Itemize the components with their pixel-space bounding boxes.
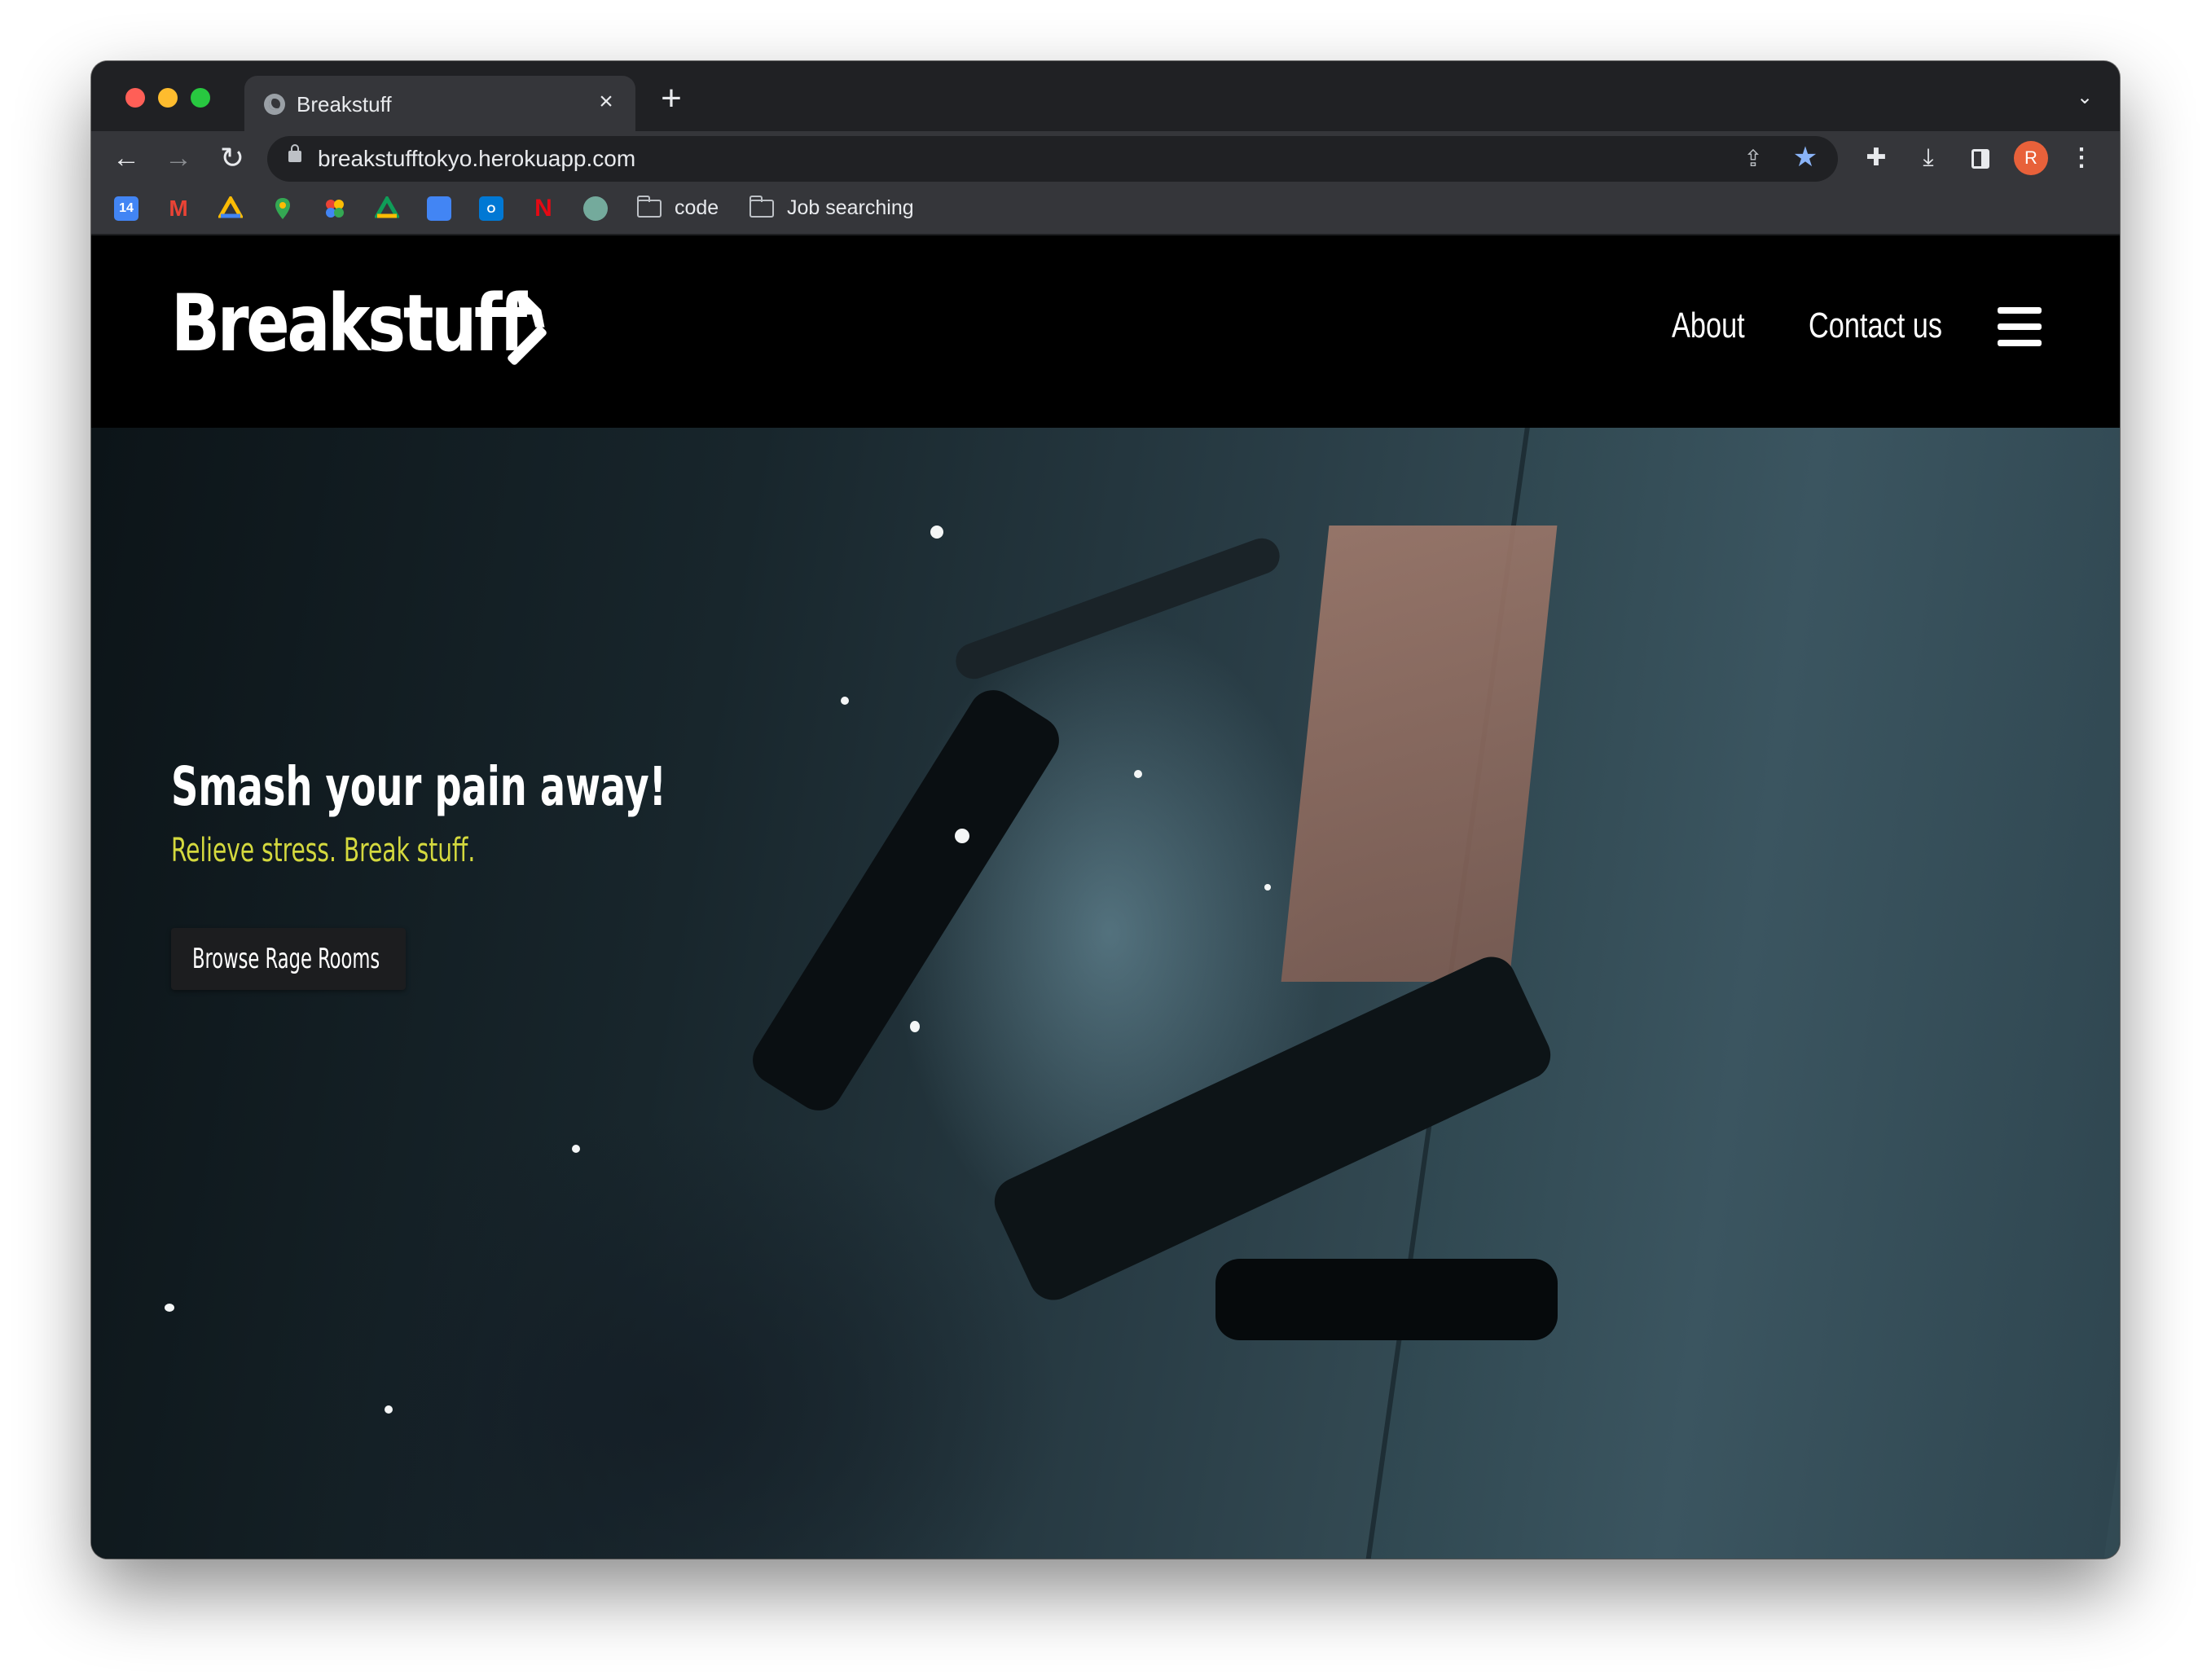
- hero-sparkle: [165, 1304, 174, 1312]
- browser-toolbar: ← → ↻ breakstufftokyo.herokuapp.com ⇪ ★ …: [91, 131, 2120, 185]
- share-icon[interactable]: ⇪: [1737, 143, 1769, 175]
- hero-sparkle: [841, 697, 849, 705]
- hero-sparkle: [1134, 770, 1142, 778]
- folder-icon: [637, 196, 662, 218]
- netflix-icon[interactable]: N: [531, 196, 556, 221]
- google-translate-icon[interactable]: [427, 196, 451, 221]
- bookmark-folder-job-searching[interactable]: Job searching: [787, 196, 914, 220]
- reload-button[interactable]: ↻: [212, 138, 253, 178]
- browse-rage-rooms-button[interactable]: Browse Rage Rooms: [171, 928, 406, 990]
- hero-sparkle: [1264, 884, 1271, 891]
- hero-title: Smash your pain away!: [171, 755, 666, 818]
- google-maps-icon[interactable]: [270, 196, 295, 221]
- folder-icon: [749, 196, 774, 218]
- nav-about-link[interactable]: About: [1672, 306, 1745, 346]
- hero-subtitle: Relieve stress. Break stuff.: [171, 832, 476, 869]
- side-panel-icon[interactable]: [1962, 139, 1999, 177]
- minimize-window-button[interactable]: [158, 88, 178, 108]
- hero-debris: [743, 680, 1069, 1120]
- google-drive-icon[interactable]: [373, 194, 401, 221]
- bookmark-star-icon[interactable]: ★: [1789, 141, 1822, 174]
- new-tab-button[interactable]: +: [653, 81, 689, 118]
- profile-avatar[interactable]: R: [2014, 141, 2048, 175]
- outlook-icon[interactable]: O: [479, 196, 503, 221]
- hero-sparkle: [910, 1021, 920, 1032]
- hamburger-menu-icon[interactable]: [1998, 307, 2042, 346]
- hero-debris: [951, 533, 1285, 684]
- hero-sparkle: [385, 1405, 393, 1414]
- google-drive-icon[interactable]: [217, 194, 244, 221]
- lock-icon[interactable]: [288, 144, 301, 162]
- bookmarks-bar: 14 M O N code Job searching: [91, 185, 2120, 235]
- address-bar[interactable]: breakstufftokyo.herokuapp.com ⇪ ★: [267, 136, 1838, 182]
- hero-section: Smash your pain away! Relieve stress. Br…: [91, 428, 2120, 1559]
- web-page: Breakstuff About Contact us Smash your p…: [91, 235, 2120, 1559]
- maximize-window-button[interactable]: [191, 88, 210, 108]
- hero-sparkle: [572, 1145, 580, 1153]
- tab-breakstuff[interactable]: Breakstuff ×: [244, 76, 635, 131]
- browser-window: Breakstuff × + ⌄ ← → ↻ breakstufftokyo.h…: [91, 61, 2120, 1559]
- hero-sparkle: [955, 829, 969, 843]
- more-menu-icon[interactable]: ⋮: [2063, 139, 2100, 177]
- forward-button[interactable]: →: [158, 138, 199, 178]
- tab-strip: Breakstuff × + ⌄: [91, 61, 2120, 131]
- hammer-icon: [508, 292, 547, 365]
- globe-icon: [264, 94, 285, 115]
- tab-title: Breakstuff: [297, 92, 392, 117]
- url-text[interactable]: breakstufftokyo.herokuapp.com: [318, 146, 635, 172]
- close-window-button[interactable]: [125, 88, 145, 108]
- site-header: Breakstuff About Contact us: [91, 235, 2120, 428]
- bookmark-folder-code[interactable]: code: [675, 196, 719, 220]
- hero-debris: [1215, 1259, 1558, 1340]
- extensions-puzzle-icon[interactable]: ✚: [1857, 139, 1895, 177]
- chatgpt-icon[interactable]: [583, 196, 608, 221]
- gmail-icon[interactable]: M: [166, 196, 191, 221]
- google-photos-icon[interactable]: [323, 196, 347, 221]
- hero-sparkle: [930, 526, 943, 539]
- nav-contact-link[interactable]: Contact us: [1809, 306, 1942, 346]
- back-button[interactable]: ←: [106, 138, 147, 178]
- site-logo[interactable]: Breakstuff: [171, 278, 527, 369]
- hero-background-brick: [1281, 526, 1558, 982]
- download-icon[interactable]: ⤓: [1910, 139, 1947, 177]
- tab-search-chevron-icon[interactable]: ⌄: [2073, 86, 2097, 110]
- cta-label: Browse Rage Rooms: [192, 943, 380, 975]
- google-calendar-icon[interactable]: 14: [114, 196, 138, 221]
- close-tab-icon[interactable]: ×: [591, 87, 621, 117]
